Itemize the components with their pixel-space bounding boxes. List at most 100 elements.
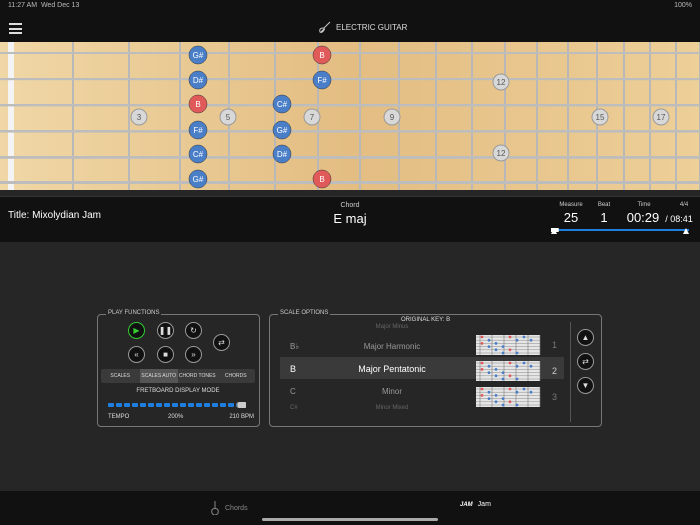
tempo-slider[interactable] [108, 402, 246, 408]
time-label: Time [637, 202, 651, 208]
guitar-string [0, 78, 700, 81]
loop-button[interactable]: ⇄ [213, 334, 230, 351]
nav-bar: ELECTRIC GUITAR [0, 12, 700, 42]
note-label: G# [193, 51, 204, 60]
play-button[interactable]: ▶ [128, 322, 145, 339]
fret [72, 42, 74, 190]
battery-indicator: 100% [674, 2, 692, 9]
fret [274, 42, 276, 190]
fret-marker: 15 [591, 108, 609, 126]
scale-loop-button[interactable]: ⇄ [577, 353, 594, 370]
song-progress[interactable] [551, 228, 689, 234]
note-dot: F# [188, 120, 208, 140]
fret [649, 42, 651, 190]
mode-scales[interactable]: SCALES [101, 369, 140, 383]
note-label: D# [277, 150, 288, 159]
pattern-number: 2 [552, 366, 557, 376]
guitar-string [0, 130, 700, 133]
guitar-icon [211, 501, 219, 515]
note-label: G# [193, 175, 204, 184]
fret [471, 42, 473, 190]
fret [675, 42, 677, 190]
hamburger-icon[interactable] [9, 23, 22, 34]
tempo-bpm: 210 BPM [229, 414, 254, 420]
measure-value: 25 [563, 210, 579, 225]
note-label: B [319, 51, 324, 60]
fret-marker: 5 [219, 108, 237, 126]
fret [536, 42, 538, 190]
song-title: Title: Mixolydian Jam [8, 210, 101, 221]
note-dot: D# [188, 70, 208, 90]
fret-marker: 12 [492, 144, 510, 162]
status-bar: 11:27 AM Wed Dec 13 100% [0, 0, 700, 12]
fretboard-display-mode-label: FRETBOARD DISPLAY MODE [136, 388, 220, 394]
home-indicator [262, 518, 438, 521]
guitar-icon [319, 21, 331, 33]
mode-chord-tones[interactable]: CHORD TONES [178, 369, 217, 383]
stop-button[interactable]: ■ [157, 346, 174, 363]
note-label: D# [193, 76, 204, 85]
note-label: G# [277, 126, 288, 135]
note-dot: C# [188, 144, 208, 164]
tab-chords[interactable]: Chords [210, 501, 248, 515]
beat-label: Beat [597, 202, 611, 208]
status-time: 11:27 AM Wed Dec 13 [8, 2, 80, 9]
fret-marker-label: 9 [390, 113, 395, 122]
pattern-number: 3 [552, 392, 557, 402]
scale-up-button[interactable]: ▲ [577, 329, 594, 346]
fret-marker-label: 17 [657, 113, 666, 122]
jam-icon: JAM [460, 501, 473, 508]
scale-down-button[interactable]: ▼ [577, 377, 594, 394]
note-label: C# [277, 100, 288, 109]
fret [435, 42, 437, 190]
note-dot: G# [188, 45, 208, 65]
note-dot: F# [312, 70, 332, 90]
pattern-number: 1 [552, 340, 557, 350]
fret-marker: 17 [652, 108, 670, 126]
fret [567, 42, 569, 190]
nav-title: ELECTRIC GUITAR [318, 20, 407, 34]
note-label: F# [317, 76, 327, 85]
tempo-percent: 200% [168, 414, 184, 420]
fret [623, 42, 625, 190]
note-label: F# [193, 126, 203, 135]
chord-label: Chord [340, 202, 360, 209]
note-dot: B [188, 94, 208, 114]
tab-jam[interactable]: JAM Jam [460, 501, 491, 508]
fret-marker-label: 15 [596, 113, 605, 122]
note-dot: D# [272, 144, 292, 164]
scale-pattern-preview: 1 [476, 335, 557, 355]
note-dot: C# [272, 94, 292, 114]
measure-label: Measure [559, 202, 583, 208]
rewind-button[interactable]: « [128, 346, 145, 363]
fret [504, 42, 506, 190]
fast-forward-button[interactable]: » [185, 346, 202, 363]
fret [8, 42, 14, 190]
fret [179, 42, 181, 190]
fret [359, 42, 361, 190]
mode-scales-auto[interactable]: SCALES AUTO [139, 369, 178, 383]
fret-marker-label: 7 [310, 113, 315, 122]
restart-button[interactable]: ↻ [185, 322, 202, 339]
original-key: ORIGINAL KEY: B [401, 317, 451, 323]
fret-marker-label: 3 [137, 113, 142, 122]
guitar-string [0, 104, 700, 107]
tempo-slider-thumb [236, 402, 246, 408]
fret-marker: 7 [303, 108, 321, 126]
scale-pattern-previews[interactable]: 1 2 3 [470, 335, 562, 413]
current-chord: E maj [333, 211, 367, 226]
fret-marker: 3 [130, 108, 148, 126]
note-label: C# [193, 150, 204, 159]
fretboard[interactable]: 3 5 7 9 12 12 15 17 G# B D# F# B C# F# G# C# D# G# B [0, 42, 700, 190]
time-signature: 4/4 [679, 202, 689, 208]
tempo-label: TEMPO [108, 414, 130, 420]
pause-button[interactable]: ❚❚ [157, 322, 174, 339]
mode-selector: SCALES SCALES AUTO CHORD TONES CHORDS [101, 369, 255, 383]
total-time: / 08:41 [665, 214, 693, 224]
scale-options-legend: SCALE OPTIONS [278, 310, 331, 316]
mode-chords[interactable]: CHORDS [217, 369, 256, 383]
guitar-string [0, 156, 700, 159]
play-functions-legend: PLAY FUNCTIONS [106, 310, 162, 316]
note-dot: B [312, 169, 332, 189]
beat-value: 1 [600, 210, 608, 225]
